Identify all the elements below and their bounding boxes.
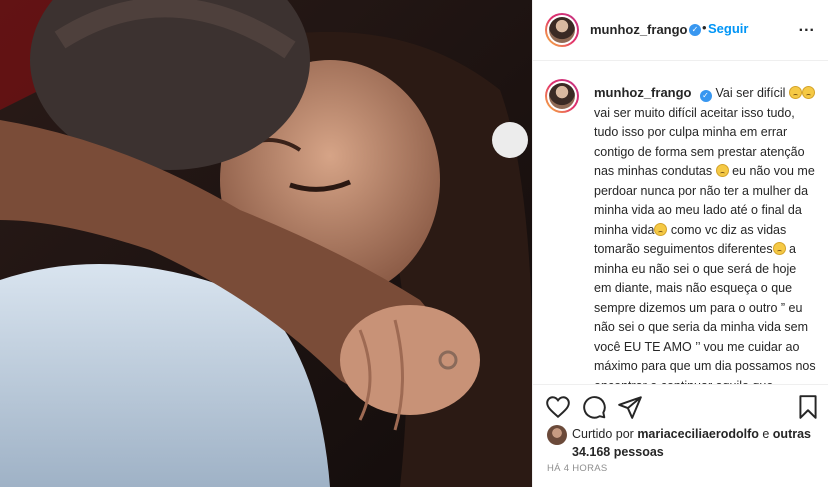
caption-text-1: Vai ser difícil <box>715 86 789 100</box>
heart-icon[interactable] <box>545 394 571 420</box>
sad-face-emoji <box>788 86 802 99</box>
comment-icon[interactable] <box>581 394 607 420</box>
post-actions: Curtido por mariaceciliaerodolfo e outra… <box>533 384 828 487</box>
caption-text-5: a minha eu não sei o que será de hoje em… <box>594 242 816 384</box>
likes-prefix: Curtido por <box>572 427 638 441</box>
author-username[interactable]: munhoz_frango <box>590 22 688 37</box>
bookmark-icon[interactable] <box>795 394 821 420</box>
follow-button[interactable]: Seguir <box>708 21 748 36</box>
post-caption: munhoz_frango ✓ Vai ser difícil vai ser mu… <box>594 83 816 384</box>
sad-face-emoji <box>801 86 815 99</box>
paper-plane-icon[interactable] <box>617 394 643 420</box>
caption-author-username[interactable]: munhoz_frango <box>594 85 692 100</box>
post-image <box>0 0 532 487</box>
sad-face-emoji <box>715 164 729 177</box>
liker-avatar[interactable] <box>547 425 567 445</box>
author-avatar[interactable] <box>545 13 579 47</box>
liker-username[interactable]: mariaceciliaerodolfo <box>637 427 759 441</box>
post-side-panel: munhoz_frango ✓ • Seguir ... munhoz_fran… <box>532 0 828 487</box>
likes-text: Curtido por mariaceciliaerodolfo e outra… <box>572 425 812 461</box>
separator-dot: • <box>702 20 707 35</box>
verified-badge-icon: ✓ <box>689 24 701 36</box>
post-timestamp[interactable]: HÁ 4 HORAS <box>547 463 608 474</box>
likes-middle: e <box>758 427 773 441</box>
post-photo[interactable] <box>0 0 532 487</box>
caption-author-avatar[interactable] <box>545 79 579 113</box>
more-options-icon[interactable]: ... <box>799 18 815 36</box>
sad-face-emoji <box>772 242 786 255</box>
sad-face-emoji <box>654 222 668 236</box>
comments-area[interactable]: munhoz_frango ✓ Vai ser difícil vai ser mu… <box>533 62 828 384</box>
post-header: munhoz_frango ✓ • Seguir ... <box>533 0 828 61</box>
verified-badge-icon: ✓ <box>699 90 712 102</box>
